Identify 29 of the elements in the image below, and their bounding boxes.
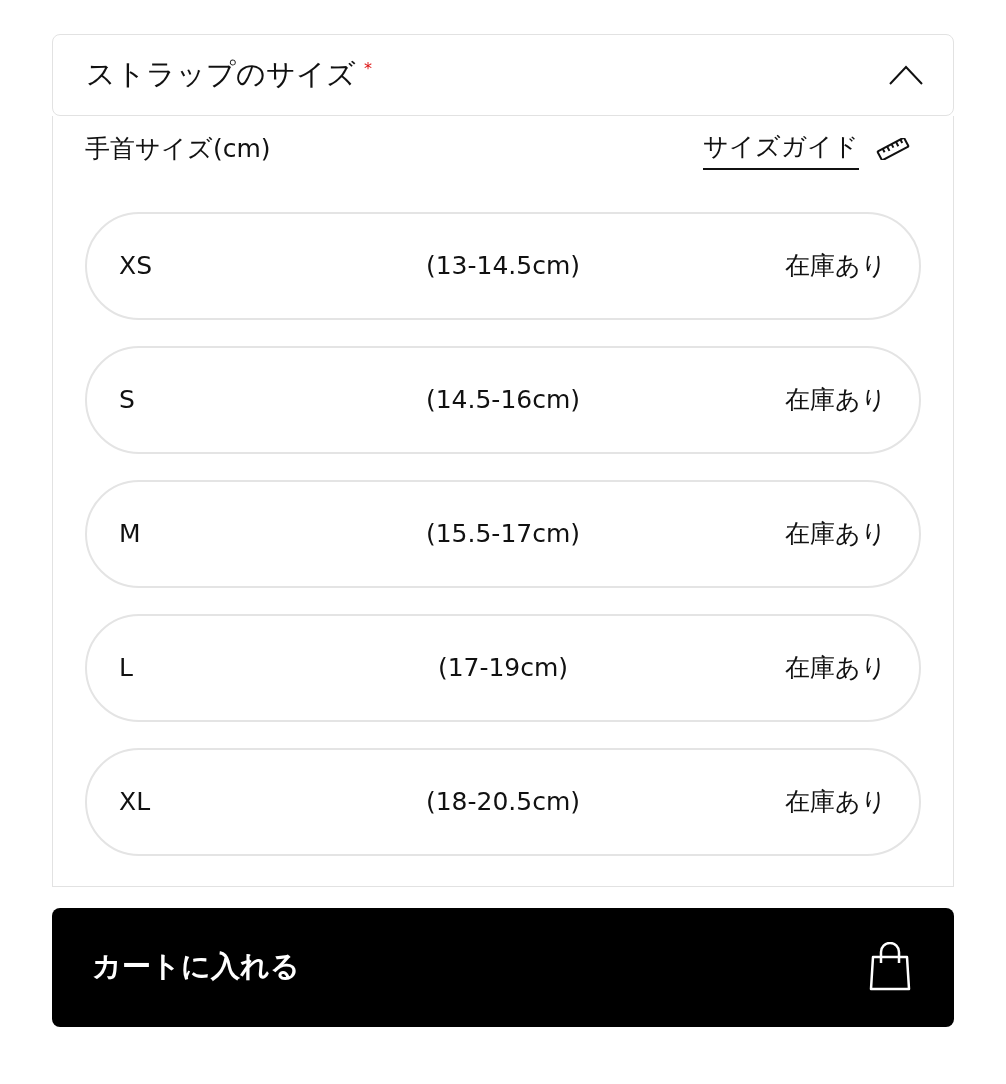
stock-status: 在庫あり — [784, 249, 887, 282]
size-range: (14.5-16cm) — [424, 383, 582, 416]
ruler-icon — [875, 137, 911, 160]
stock-status: 在庫あり — [784, 383, 887, 416]
add-to-cart-button[interactable]: カートに入れる — [52, 907, 954, 1027]
section-title: ストラップのサイズ — [86, 56, 356, 94]
wrist-size-label: 手首サイズ(cm) — [85, 133, 271, 165]
size-name: L — [119, 651, 134, 684]
size-option[interactable]: XL (18-20.5cm) 在庫あり — [85, 747, 921, 856]
size-option[interactable]: L (17-19cm) 在庫あり — [85, 613, 921, 722]
size-guide-link[interactable]: サイズガイド — [703, 128, 859, 170]
size-range: (17-19cm) — [436, 651, 570, 684]
size-range: (18-20.5cm) — [424, 785, 582, 818]
stock-status: 在庫あり — [784, 651, 887, 684]
size-range: (13-14.5cm) — [424, 249, 582, 282]
size-name: M — [119, 517, 142, 550]
stock-status: 在庫あり — [784, 785, 887, 818]
chevron-icon — [889, 65, 923, 85]
stock-status: 在庫あり — [784, 517, 887, 550]
section-header[interactable]: ストラップのサイズ * — [52, 34, 954, 116]
size-name: XS — [119, 249, 153, 282]
required-mark: * — [364, 58, 372, 81]
shopping-bag-icon — [868, 942, 912, 992]
size-name: XL — [119, 785, 152, 818]
size-option[interactable]: XS (13-14.5cm) 在庫あり — [85, 211, 921, 320]
size-option[interactable]: S (14.5-16cm) 在庫あり — [85, 345, 921, 454]
size-name: S — [119, 383, 136, 416]
size-option[interactable]: M (15.5-17cm) 在庫あり — [85, 479, 921, 588]
size-range: (15.5-17cm) — [424, 517, 582, 550]
